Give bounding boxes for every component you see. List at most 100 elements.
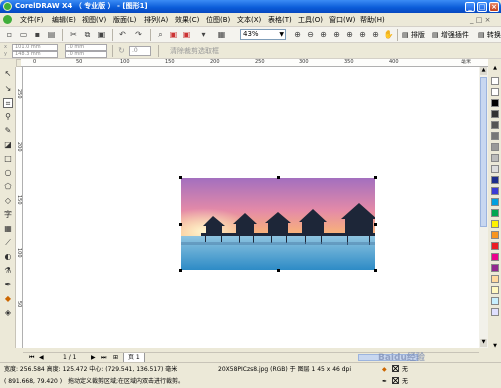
convert-button[interactable]: ▤ 转换 bbox=[478, 29, 501, 41]
palette-no-color-icon[interactable] bbox=[491, 77, 499, 85]
welcome-screen-icon[interactable]: ▦ bbox=[216, 29, 227, 40]
palette-swatch[interactable] bbox=[491, 154, 499, 162]
menu-effects[interactable]: 效果(C) bbox=[175, 15, 199, 25]
zoom-all-icon[interactable]: ⊕ bbox=[331, 29, 342, 40]
vertical-ruler[interactable]: 250 200 150 100 50 bbox=[16, 67, 23, 348]
palette-swatch[interactable] bbox=[491, 165, 499, 173]
menu-text[interactable]: 文本(X) bbox=[237, 15, 261, 25]
polygon-tool-icon[interactable]: ⬠ bbox=[3, 182, 13, 192]
coreldraw-app-icon[interactable] bbox=[3, 2, 12, 11]
menu-tools[interactable]: 工具(O) bbox=[298, 15, 323, 25]
palette-swatch[interactable] bbox=[491, 121, 499, 129]
interactive-fill-icon[interactable]: ◈ bbox=[3, 308, 13, 318]
palette-swatch[interactable] bbox=[491, 275, 499, 283]
palette-scroll-down-icon[interactable]: ▼ bbox=[491, 343, 499, 349]
dimension-tool-icon[interactable]: ⟋ bbox=[3, 238, 13, 248]
palette-swatch[interactable] bbox=[491, 253, 499, 261]
selection-handle[interactable] bbox=[277, 269, 280, 272]
horizontal-ruler[interactable]: 0 50 100 150 200 250 300 350 400 毫米 bbox=[21, 59, 488, 67]
scroll-thumb[interactable] bbox=[480, 77, 487, 227]
zoom-height-icon[interactable]: ⊕ bbox=[370, 29, 381, 40]
paste-icon[interactable]: ▣ bbox=[96, 29, 107, 40]
minimize-button[interactable]: _ bbox=[465, 2, 475, 12]
height-field[interactable]: .0 mm bbox=[65, 51, 107, 58]
palette-swatch[interactable] bbox=[491, 308, 499, 316]
palette-swatch[interactable] bbox=[491, 99, 499, 107]
clear-crop-button[interactable]: 清除裁剪选取框 bbox=[170, 45, 219, 57]
scroll-up-icon[interactable]: ▲ bbox=[480, 67, 487, 75]
next-page-icon[interactable]: ▶ bbox=[91, 353, 96, 362]
previous-page-icon[interactable]: ◀ bbox=[39, 353, 44, 362]
last-page-icon[interactable]: ⏭ bbox=[101, 353, 106, 362]
palette-swatch[interactable] bbox=[491, 88, 499, 96]
cut-icon[interactable]: ✂ bbox=[68, 29, 79, 40]
menu-file[interactable]: 文件(F) bbox=[20, 15, 44, 25]
save-icon[interactable]: ▪ bbox=[32, 29, 43, 40]
pick-tool-icon[interactable]: ↖ bbox=[3, 69, 13, 79]
fill-none-swatch[interactable] bbox=[392, 365, 399, 372]
palette-swatch[interactable] bbox=[491, 264, 499, 272]
print-icon[interactable]: ▤ bbox=[46, 29, 57, 40]
doc-restore-controls[interactable]: _ □ × bbox=[470, 15, 490, 25]
zoom-width-icon[interactable]: ⊕ bbox=[357, 29, 368, 40]
menu-arrange[interactable]: 排列(A) bbox=[144, 15, 168, 25]
table-tool-icon[interactable]: ▦ bbox=[3, 224, 13, 234]
open-folder-icon[interactable]: ▭ bbox=[18, 29, 29, 40]
width-field[interactable]: .0 mm bbox=[65, 44, 107, 51]
selection-handle[interactable] bbox=[179, 223, 182, 226]
palette-swatch[interactable] bbox=[491, 209, 499, 217]
pan-icon[interactable]: ✋ bbox=[383, 29, 394, 40]
palette-swatch[interactable] bbox=[491, 242, 499, 250]
x-position-field[interactable]: 101.0 mm bbox=[12, 44, 58, 51]
copy-icon[interactable]: ⧉ bbox=[82, 29, 93, 40]
interactive-blend-icon[interactable]: ◐ bbox=[3, 252, 13, 262]
undo-icon[interactable]: ↶ bbox=[117, 29, 128, 40]
search-icon[interactable]: ⌕ bbox=[155, 29, 166, 40]
import-icon[interactable]: ▣ bbox=[168, 29, 179, 40]
palette-swatch[interactable] bbox=[491, 143, 499, 151]
palette-swatch[interactable] bbox=[491, 286, 499, 294]
add-page-icon[interactable]: ⊞ bbox=[113, 353, 118, 362]
zoom-in-icon[interactable]: ⊕ bbox=[292, 29, 303, 40]
palette-scroll-up-icon[interactable]: ▲ bbox=[491, 65, 499, 71]
first-page-icon[interactable]: ⏮ bbox=[29, 353, 34, 362]
palette-swatch[interactable] bbox=[491, 176, 499, 184]
freehand-tool-icon[interactable]: ✎ bbox=[3, 126, 13, 136]
zoom-page-icon[interactable]: ⊕ bbox=[344, 29, 355, 40]
palette-swatch[interactable] bbox=[491, 297, 499, 305]
basic-shapes-icon[interactable]: ◇ bbox=[3, 196, 13, 206]
vertical-scrollbar[interactable]: ▲ ▼ bbox=[479, 67, 488, 348]
fill-tool-icon[interactable]: ◆ bbox=[3, 294, 13, 304]
zoom-out-icon[interactable]: ⊖ bbox=[305, 29, 316, 40]
palette-swatch[interactable] bbox=[491, 110, 499, 118]
text-tool-icon[interactable]: 字 bbox=[3, 210, 13, 220]
menu-bitmaps[interactable]: 位图(B) bbox=[206, 15, 230, 25]
paste-layout-button[interactable]: ▤ 排版 bbox=[402, 29, 425, 41]
new-file-icon[interactable]: ▫ bbox=[4, 29, 15, 40]
menu-help[interactable]: 帮助(H) bbox=[360, 15, 385, 25]
palette-swatch[interactable] bbox=[491, 132, 499, 140]
angle-field[interactable]: .0 bbox=[129, 46, 151, 56]
menu-edit[interactable]: 编辑(E) bbox=[52, 15, 76, 25]
export-icon[interactable]: ▣ bbox=[181, 29, 192, 40]
menu-window[interactable]: 窗口(W) bbox=[329, 15, 355, 25]
bitmap-image[interactable] bbox=[181, 178, 375, 270]
zoom-tool-icon[interactable]: ⚲ bbox=[3, 112, 13, 122]
enhance-plugin-button[interactable]: ▤ 增强插件 bbox=[432, 29, 469, 41]
application-launcher-icon[interactable]: ▾ bbox=[198, 29, 209, 40]
crop-tool-icon[interactable]: ⌗ bbox=[3, 98, 13, 108]
redo-icon[interactable]: ↷ bbox=[133, 29, 144, 40]
menu-view[interactable]: 视图(V) bbox=[82, 15, 106, 25]
outline-pen-icon[interactable]: ✒ bbox=[3, 280, 13, 290]
selection-handle[interactable] bbox=[374, 176, 377, 179]
selection-handle[interactable] bbox=[374, 269, 377, 272]
drawing-canvas[interactable] bbox=[23, 67, 488, 348]
maximize-button[interactable]: □ bbox=[477, 2, 487, 12]
menu-table[interactable]: 表格(T) bbox=[268, 15, 292, 25]
ellipse-tool-icon[interactable]: ○ bbox=[3, 168, 13, 178]
zoom-selected-icon[interactable]: ⊕ bbox=[318, 29, 329, 40]
close-button[interactable]: × bbox=[489, 2, 499, 12]
zoom-select[interactable]: 43% ▼ bbox=[240, 29, 286, 40]
palette-swatch[interactable] bbox=[491, 220, 499, 228]
menu-layout[interactable]: 版面(L) bbox=[113, 15, 136, 25]
